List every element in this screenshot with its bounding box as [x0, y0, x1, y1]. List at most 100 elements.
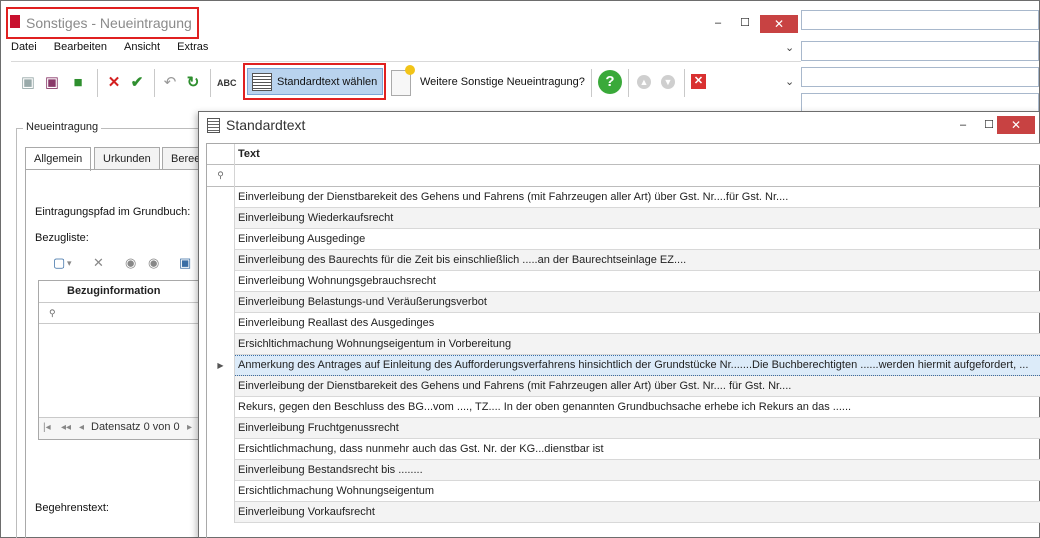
dialog-minimize-button[interactable]: –: [951, 118, 975, 134]
table-row[interactable]: Einverleibung der Dienstbarekeit des Geh…: [207, 187, 1040, 208]
save-close-icon[interactable]: ▣: [43, 74, 61, 92]
standardtext-dialog: Standardtext – ☐ ✕ Text ⚲ Einverleibung …: [198, 111, 1040, 538]
row-indicator: [207, 334, 235, 355]
refresh-icon[interactable]: ↻: [184, 74, 202, 92]
save-icon[interactable]: ▣: [179, 255, 191, 271]
toolbar-separator: [591, 69, 592, 97]
row-indicator: [207, 418, 235, 439]
chevron-down-icon[interactable]: ⌄: [785, 41, 794, 54]
row-indicator: [207, 397, 235, 418]
table-row[interactable]: Einverleibung Fruchtgenussrecht: [207, 418, 1040, 439]
close-button[interactable]: ✕: [760, 15, 798, 33]
bezugliste-label: Bezugliste:: [35, 232, 89, 244]
new-icon[interactable]: ▢: [53, 255, 65, 271]
prev-page-icon[interactable]: ◂◂: [61, 422, 71, 433]
table-row[interactable]: Ersichtlichmachung, dass nunmehr auch da…: [207, 439, 1040, 460]
maximize-button[interactable]: ☐: [733, 16, 757, 32]
tab-allgemein[interactable]: Allgemein: [25, 147, 92, 171]
dialog-close-button[interactable]: ✕: [997, 116, 1035, 134]
row-indicator: ▶: [207, 355, 235, 376]
first-record-icon[interactable]: |◂: [43, 422, 51, 433]
table-row[interactable]: Einverleibung der Dienstbarekeit des Geh…: [207, 376, 1040, 397]
weitere-neueintragung-label[interactable]: Weitere Sonstige Neueintragung?: [420, 76, 585, 88]
begehrenstext-label: Begehrenstext:: [35, 502, 109, 514]
bezug-filter-row[interactable]: ⚲: [39, 303, 202, 324]
row-indicator: [207, 439, 235, 460]
row-indicator-header: [207, 144, 235, 165]
text-cell: Einverleibung Vorkaufsrecht: [238, 506, 375, 518]
table-row[interactable]: Rekurs, gegen den Beschluss des BG...vom…: [207, 397, 1040, 418]
chevron-down-icon[interactable]: ▾: [67, 258, 72, 269]
table-row[interactable]: ▶ Anmerkung des Antrages auf Einleitung d…: [207, 355, 1040, 376]
table-row[interactable]: Einverleibung des Baurechts für die Zeit…: [207, 250, 1040, 271]
filter-row[interactable]: ⚲: [207, 165, 1040, 187]
row-indicator: [207, 208, 235, 229]
delete-icon[interactable]: ✕: [691, 74, 706, 89]
toolbar-separator: [97, 69, 98, 97]
text-cell: Anmerkung des Antrages auf Einleitung de…: [238, 359, 1029, 371]
cancel-icon[interactable]: ✕: [105, 74, 123, 92]
text-cell: Ersichltichmachung Wohnungseigentum in V…: [238, 338, 512, 350]
arrow-down-icon[interactable]: ◉: [148, 255, 159, 271]
menu-bar: Datei Bearbeiten Ansicht Extras: [11, 41, 801, 59]
standardtext-grid: Text ⚲ Einverleibung der Dienstbarekeit …: [206, 143, 1040, 538]
eintragungspfad-label: Eintragungspfad im Grundbuch:: [35, 206, 191, 218]
record-count: Datensatz 0 von 0: [91, 421, 180, 433]
standardtext-button[interactable]: Standardtext wählen: [247, 68, 383, 95]
table-row[interactable]: Einverleibung Wiederkaufsrecht: [207, 208, 1040, 229]
menu-ansicht[interactable]: Ansicht: [124, 41, 160, 53]
groupbox-label: Neueintragung: [23, 121, 102, 133]
row-indicator: [207, 187, 235, 208]
filter-icon: ⚲: [49, 308, 56, 318]
star-icon: [405, 65, 415, 75]
table-row[interactable]: Ersichtlichmachung Wohnungseigentum: [207, 481, 1040, 502]
table-row[interactable]: Einverleibung Vorkaufsrecht: [207, 502, 1040, 523]
save-icon[interactable]: ▣: [19, 74, 37, 92]
minimize-button[interactable]: –: [706, 16, 730, 32]
confirm-icon[interactable]: ✔: [128, 74, 146, 92]
dialog-title: Standardtext: [226, 117, 306, 133]
text-cell: Einverleibung der Dienstbarekeit des Geh…: [238, 191, 789, 203]
bezug-toolbar: ▢ ▾ ✕ ◉ ◉ ▣: [41, 253, 201, 275]
app-icon: [10, 15, 20, 28]
tab-berechtigte[interactable]: Beree: [162, 147, 202, 170]
row-indicator: [207, 292, 235, 313]
column-header-bezuginformation[interactable]: Bezuginformation: [67, 285, 161, 297]
background-field: [801, 93, 1039, 113]
table-row[interactable]: Einverleibung Belastungs-und Veräußerung…: [207, 292, 1040, 313]
toolbar-separator: [684, 69, 685, 97]
text-cell: Ersichtlichmachung, dass nunmehr auch da…: [238, 443, 604, 455]
menu-bearbeiten[interactable]: Bearbeiten: [54, 41, 107, 53]
grid-rows: Einverleibung der Dienstbarekeit des Geh…: [207, 187, 1040, 523]
row-indicator: [207, 250, 235, 271]
dialog-title-bar: Standardtext – ☐ ✕: [199, 112, 1039, 140]
toolbar: ▣ ▣ ■ ✕ ✔ ↶ ↻ ABC Standardtext wählen We…: [11, 63, 801, 103]
tab-urkunden[interactable]: Urkunden: [94, 147, 160, 170]
help-icon[interactable]: ?: [598, 70, 622, 94]
table-row[interactable]: Einverleibung Ausgedinge: [207, 229, 1040, 250]
next-record-icon[interactable]: ▸: [187, 422, 192, 433]
menu-datei[interactable]: Datei: [11, 41, 37, 53]
arrow-up-icon[interactable]: ▲: [637, 75, 651, 89]
text-cell: Einverleibung der Dienstbarekeit des Geh…: [238, 380, 792, 392]
text-cell: Einverleibung Wohnungsgebrauchsrecht: [238, 275, 436, 287]
chevron-down-icon[interactable]: ⌄: [785, 75, 794, 88]
text-cell: Rekurs, gegen den Beschluss des BG...vom…: [238, 401, 852, 413]
table-row[interactable]: Einverleibung Wohnungsgebrauchsrecht: [207, 271, 1040, 292]
delete-icon[interactable]: ✕: [93, 255, 104, 271]
arrow-down-icon[interactable]: ▼: [661, 75, 675, 89]
prev-record-icon[interactable]: ◂: [79, 422, 84, 433]
save-new-icon[interactable]: ■: [69, 74, 87, 92]
table-row[interactable]: Ersichltichmachung Wohnungseigentum in V…: [207, 334, 1040, 355]
column-header-text[interactable]: Text: [238, 148, 260, 160]
undo-icon[interactable]: ↶: [161, 74, 179, 92]
toolbar-separator: [628, 69, 629, 97]
bezug-grid: Bezuginformation ⚲ |◂ ◂◂ ◂ Datensatz 0 v…: [38, 280, 202, 440]
row-indicator: [207, 481, 235, 502]
table-row[interactable]: Einverleibung Reallast des Ausgedinges: [207, 313, 1040, 334]
table-row[interactable]: Einverleibung Bestandsrecht bis ........: [207, 460, 1040, 481]
text-list-icon: [207, 118, 220, 133]
arrow-up-icon[interactable]: ◉: [125, 255, 136, 271]
menu-extras[interactable]: Extras: [177, 41, 208, 53]
spellcheck-icon[interactable]: ABC: [217, 74, 237, 92]
